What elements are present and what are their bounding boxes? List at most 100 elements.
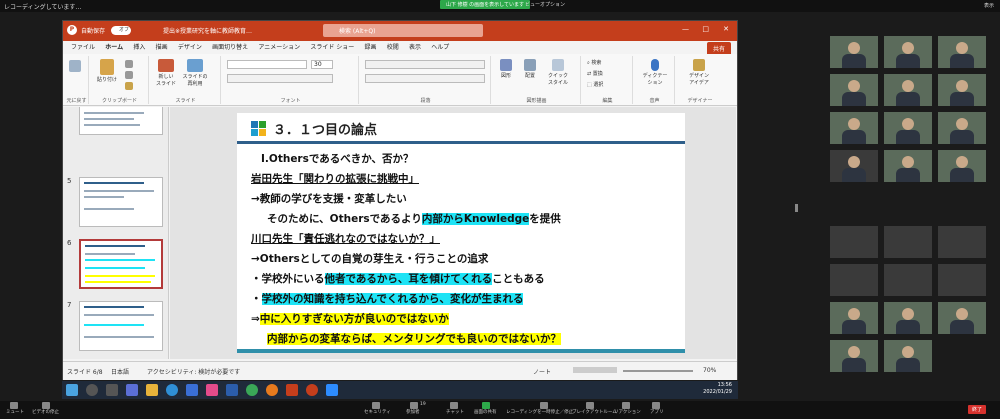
participant-video-tile[interactable] [884,302,932,334]
participant-tile-no-video[interactable] [938,226,986,258]
mute-label[interactable]: ミュート [6,409,24,415]
dictate-button[interactable]: ディクテー ション [637,59,673,86]
store-icon[interactable] [186,384,198,396]
shield-icon[interactable] [372,402,380,409]
reactions-icon[interactable] [622,402,630,409]
participant-video-tile[interactable] [830,74,878,106]
stop-video-label[interactable]: ビデオの停止 [32,409,59,415]
slide-thumbnail[interactable] [79,107,163,135]
notes-button[interactable]: ノート [533,367,551,376]
select-button[interactable]: ⬚ 選択 [587,81,603,88]
quick-styles-button[interactable]: クイック スタイル [543,59,573,86]
participants-icon[interactable] [410,402,418,409]
display-button[interactable]: 表示 [984,2,994,9]
zoom-level[interactable]: 70% [703,367,716,374]
participant-tile-no-video[interactable] [830,264,878,296]
participants-label[interactable]: 参加者 [406,409,420,415]
copy-icon[interactable] [125,71,133,79]
current-slide[interactable]: ３．１つ目の論点 Ⅰ.Othersであるべきか、否か？ 岩田先生「関わりの拡張に… [237,113,685,353]
photos-icon[interactable] [206,384,218,396]
document-title[interactable]: 提出※授業研究を軸に教師教育… [163,26,252,35]
windows-start-icon[interactable] [66,384,78,396]
slide-thumbnail[interactable] [79,177,163,227]
tab-draw[interactable]: 描画 [156,41,168,54]
powerpoint-icon[interactable] [306,384,318,396]
tab-slideshow[interactable]: スライド ショー [310,41,354,54]
tab-record[interactable]: 録画 [364,41,376,54]
breakout-rooms-label[interactable]: ブレイクアウトルーム [572,409,617,415]
participant-video-tile[interactable] [830,36,878,68]
participant-video-tile[interactable] [830,340,878,372]
slide-text-line[interactable]: →教師の学びを支援・変革したい [251,191,407,206]
design-ideas-button[interactable]: デザイン アイデア [681,59,717,86]
participant-video-tile[interactable] [830,150,878,182]
acrobat-icon[interactable] [286,384,298,396]
tab-help[interactable]: ヘルプ [431,41,449,54]
reactions-label[interactable]: リアクション [614,409,641,415]
font-size-box[interactable]: 30 [311,60,333,69]
participant-video-tile[interactable] [884,150,932,182]
tab-review[interactable]: 校閲 [387,41,399,54]
tab-view[interactable]: 表示 [409,41,421,54]
replace-button[interactable]: ⇄ 置換 [587,70,603,77]
apps-icon[interactable] [652,402,660,409]
chat-icon[interactable] [450,402,458,409]
find-button[interactable]: ⌕ 検索 [587,59,601,66]
edge-icon[interactable] [166,384,178,396]
slide-text-line[interactable]: 内部からの変革ならば、メンタリングでも良いのではないか？ [267,331,561,346]
slide-text-line[interactable]: そのために、Othersであるより内部からKnowledgeを提供 [267,211,561,226]
font-name-box[interactable] [227,60,307,69]
view-buttons[interactable] [573,367,617,373]
participant-video-tile[interactable] [830,302,878,334]
end-meeting-button[interactable]: 終了 [967,405,986,414]
teams-icon[interactable] [126,384,138,396]
apps-label[interactable]: アプリ [650,409,664,415]
arrange-button[interactable]: 配置 [519,59,541,79]
participant-video-tile[interactable] [884,340,932,372]
share-screen-icon[interactable] [482,402,490,409]
tab-design[interactable]: デザイン [178,41,202,54]
file-explorer-icon[interactable] [146,384,158,396]
slide-text-line[interactable]: 岩田先生「関わりの拡張に挑戦中」 [251,171,419,186]
participant-tile-no-video[interactable] [938,264,986,296]
slide-text-line[interactable]: Ⅰ.Othersであるべきか、否か？ [261,151,414,166]
share-screen-label[interactable]: 画面の共有 [474,409,497,415]
microphone-icon[interactable] [10,402,18,409]
participant-video-tile[interactable] [884,36,932,68]
font-format-row[interactable] [227,74,333,83]
participant-video-tile[interactable] [938,302,986,334]
participant-video-tile[interactable] [938,36,986,68]
recording-indicator[interactable]: レコーディングしています… [4,2,81,11]
participant-video-tile[interactable] [938,112,986,144]
paste-button[interactable]: 貼り付け [95,59,119,83]
participant-tile-no-video[interactable] [884,226,932,258]
breakout-rooms-icon[interactable] [586,402,594,409]
slide-text-line[interactable]: ・学校外の知識を持ち込んでくれるから、変化が生まれる [251,291,524,306]
new-slide-button[interactable]: 新しい スライド [153,59,179,87]
slide-text-line[interactable]: ⇒中に入りすぎない方が良いのではないか [251,311,449,326]
paragraph-list-row[interactable] [365,60,485,69]
undo-button[interactable] [69,60,81,73]
zoom-app-icon[interactable] [326,384,338,396]
maximize-icon[interactable]: □ [702,25,709,33]
view-options-button[interactable]: ビューオプション [525,1,565,8]
record-label[interactable]: レコーディングを一時停止／停止 [506,409,573,415]
task-view-icon[interactable] [106,384,118,396]
word-icon[interactable] [226,384,238,396]
minimize-icon[interactable]: — [682,25,689,33]
participant-video-tile[interactable] [884,112,932,144]
participant-tile-no-video[interactable] [884,264,932,296]
tab-insert[interactable]: 挿入 [133,41,145,54]
paragraph-align-row[interactable] [365,74,485,83]
cut-icon[interactable] [125,60,133,68]
zoom-slider[interactable] [623,370,693,372]
search-icon[interactable] [86,384,98,396]
security-label[interactable]: セキュリティ [364,409,391,415]
taskbar-clock[interactable]: 13:56 2022/01/29 [703,382,732,396]
firefox-icon[interactable] [266,384,278,396]
tab-file[interactable]: ファイル [71,41,95,54]
participant-video-tile[interactable] [884,74,932,106]
slide-title[interactable]: ３．１つ目の論点 [273,119,377,138]
slide-text-line[interactable]: ・学校外にいる他者であるから、耳を傾けてくれることもある [251,271,545,286]
shapes-button[interactable]: 図形 [495,59,517,79]
